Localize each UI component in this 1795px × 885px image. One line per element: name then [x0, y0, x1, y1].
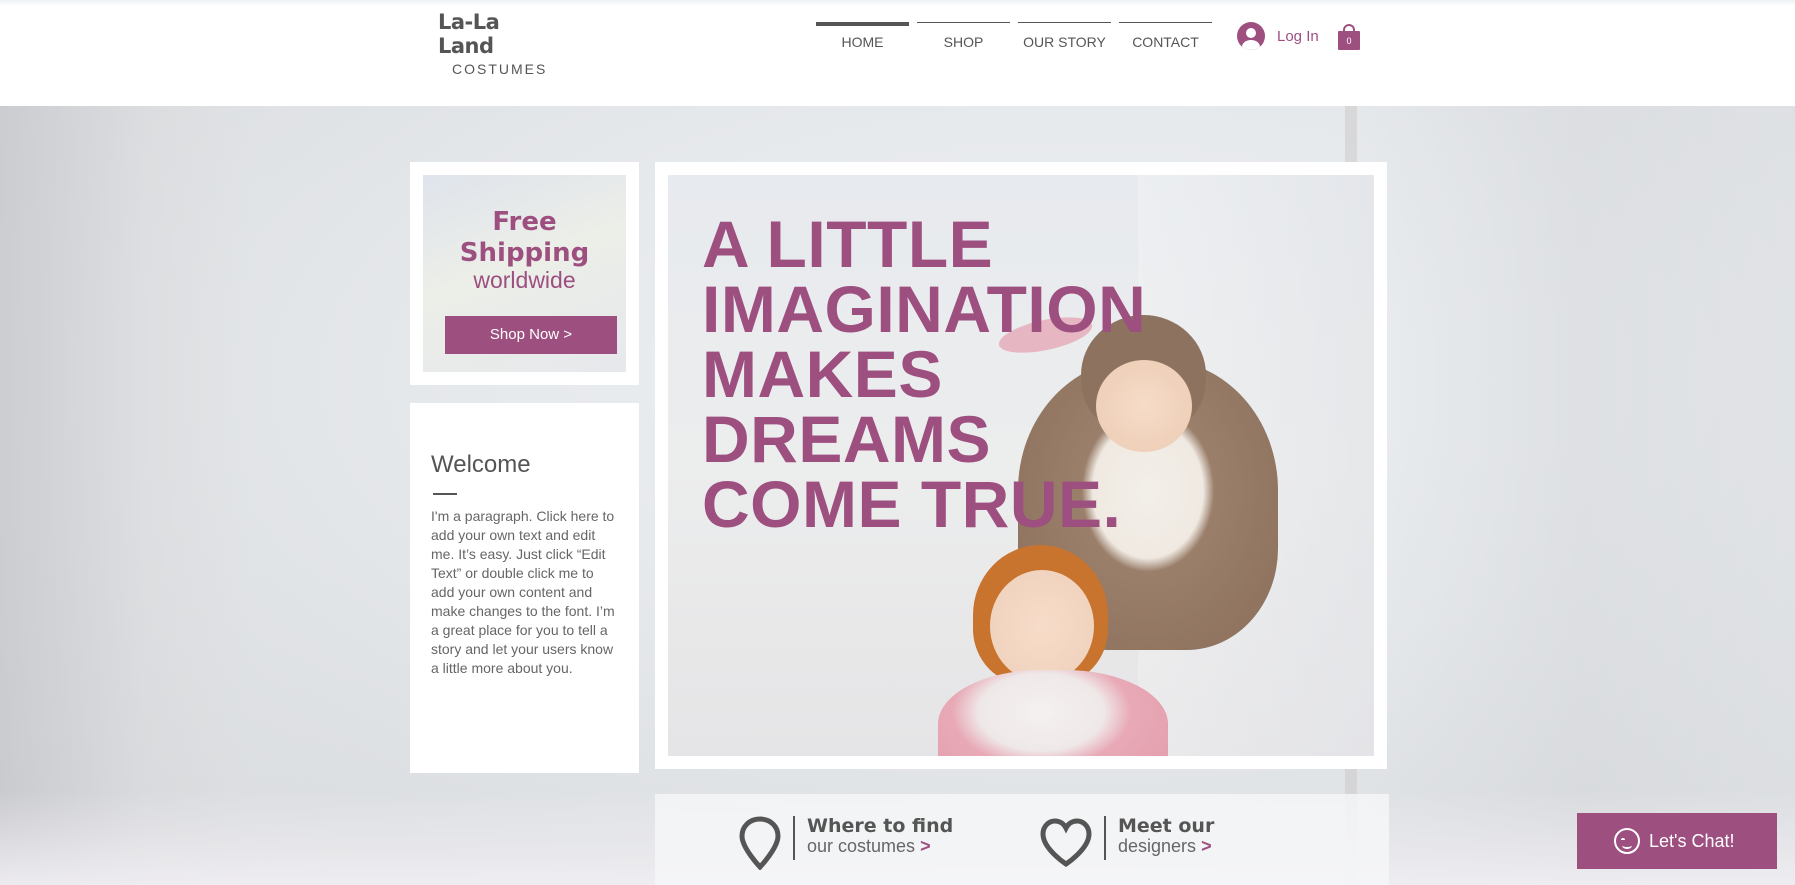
welcome-title: Welcome [431, 451, 531, 478]
where-to-find-subtitle: our costumes > [807, 836, 953, 856]
login-label: Log In [1277, 27, 1319, 45]
kid-face-shape-2 [990, 570, 1094, 682]
main-nav: HOME SHOP OUR STORY CONTACT [816, 22, 1220, 50]
headline-line-2: IMAGINATION [702, 272, 1147, 346]
nav-item-shop[interactable]: SHOP [917, 22, 1010, 50]
headline-line-1: A LITTLE [702, 207, 994, 281]
info-strip: Where to find our costumes > Meet our de… [655, 794, 1389, 885]
meet-designers-arrow: > [1201, 836, 1212, 856]
site-header: La-La Land COSTUMES HOME SHOP OUR STORY … [0, 0, 1795, 106]
welcome-paragraph: I'm a paragraph. Click here to add your … [431, 508, 615, 676]
chat-button[interactable]: Let's Chat! [1577, 813, 1777, 869]
kid-bunny-costume-shape [938, 670, 1168, 756]
headline-line-5: COME TRUE. [702, 467, 1122, 541]
site-logo[interactable]: La-La Land COSTUMES [438, 10, 556, 77]
smiley-chat-icon [1614, 828, 1640, 854]
logo-tagline[interactable]: COSTUMES [438, 61, 556, 77]
cart-count: 0 [1338, 31, 1360, 50]
where-to-find-link[interactable]: Where to find our costumes > [737, 816, 953, 870]
promo-subtitle: worldwide [473, 267, 576, 293]
meet-designers-subtitle: designers > [1118, 836, 1214, 856]
chat-label: Let's Chat! [1649, 830, 1735, 851]
user-avatar-icon [1237, 22, 1265, 50]
login-button[interactable]: Log In [1237, 22, 1319, 50]
nav-item-contact[interactable]: CONTACT [1119, 22, 1212, 50]
hero-headline: A LITTLE IMAGINATION MAKES DREAMS COME T… [702, 207, 1147, 541]
headline-line-4: DREAMS [702, 402, 992, 476]
nav-item-our-story[interactable]: OUR STORY [1018, 22, 1111, 50]
cart-button[interactable]: 0 [1338, 24, 1360, 50]
info-divider-2 [1104, 816, 1106, 860]
nav-item-home[interactable]: HOME [816, 22, 909, 50]
where-to-find-arrow: > [920, 836, 931, 856]
meet-designers-text: Meet our designers > [1118, 816, 1214, 856]
meet-designers-title: Meet our [1118, 815, 1215, 837]
headline-line-3: MAKES [702, 337, 943, 411]
header-shadow [0, 0, 1795, 6]
welcome-divider [433, 493, 457, 495]
shop-now-button[interactable]: Shop Now > [445, 316, 617, 354]
free-shipping-panel: Free Shipping worldwide Shop Now > [423, 175, 626, 372]
hero-frame: A LITTLE IMAGINATION MAKES DREAMS COME T… [655, 162, 1387, 769]
free-shipping-card: Free Shipping worldwide Shop Now > [410, 162, 639, 385]
meet-designers-link[interactable]: Meet our designers > [1038, 816, 1214, 870]
info-divider [793, 816, 795, 860]
logo-title[interactable]: La-La Land [438, 10, 556, 58]
meet-designers-subtitle-text: designers [1118, 836, 1197, 856]
heart-icon [1040, 818, 1092, 867]
promo-title-line1: Free [492, 207, 557, 237]
map-pin-icon [739, 816, 781, 870]
where-to-find-text: Where to find our costumes > [807, 816, 953, 856]
where-to-find-title: Where to find [807, 815, 954, 837]
hero-photo-kids-in-costumes: A LITTLE IMAGINATION MAKES DREAMS COME T… [668, 175, 1374, 756]
promo-title-line2: Shipping [459, 238, 590, 268]
welcome-card: Welcome I'm a paragraph. Click here to a… [410, 403, 639, 773]
where-to-find-subtitle-text: our costumes [807, 836, 916, 856]
